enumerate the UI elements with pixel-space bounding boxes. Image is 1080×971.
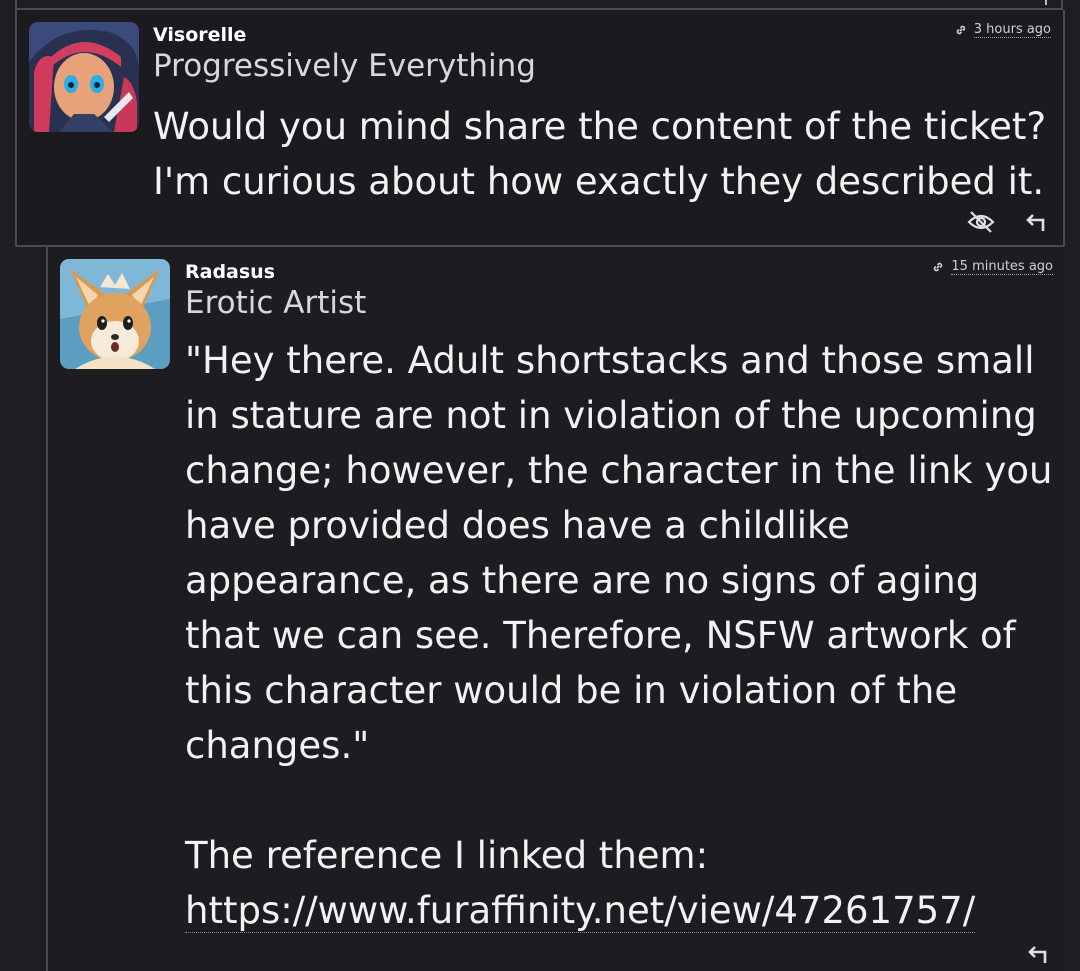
link-icon[interactable] — [954, 23, 968, 37]
user-title: Progressively Everything — [153, 48, 536, 84]
comment-actions — [1027, 944, 1049, 968]
reply-arrow-icon[interactable] — [1025, 212, 1047, 236]
comment-actions — [967, 210, 1047, 238]
username[interactable]: Visorelle — [153, 24, 246, 46]
avatar[interactable] — [60, 259, 170, 369]
user-title: Erotic Artist — [185, 285, 367, 321]
comment-body-text: "Hey there. Adult shortstacks and those … — [185, 339, 1053, 877]
comment-body: Would you mind share the content of the … — [153, 105, 1047, 203]
eye-off-icon[interactable] — [967, 210, 995, 238]
reply-arrow-icon[interactable] — [1027, 944, 1049, 968]
comment: Visorelle Progressively Everything 3 hou… — [15, 10, 1065, 247]
previous-comment-edge: ↰ — [15, 0, 1063, 10]
comment-reply: Radasus Erotic Artist 15 minutes ago "He… — [46, 247, 1065, 971]
link-icon[interactable] — [931, 260, 945, 274]
comment-meta: 3 hours ago — [954, 22, 1051, 38]
timestamp[interactable]: 15 minutes ago — [951, 259, 1053, 275]
avatar[interactable] — [29, 22, 139, 132]
username[interactable]: Radasus — [185, 261, 275, 283]
comment-body: "Hey there. Adult shortstacks and those … — [185, 333, 1055, 938]
timestamp[interactable]: 3 hours ago — [973, 22, 1051, 38]
reference-link[interactable]: https://www.furaffinity.net/view/4726175… — [185, 889, 976, 933]
reply-arrow-icon[interactable]: ↰ — [1034, 0, 1051, 10]
comment-thread: ↰ Visorelle Progressively Everything — [0, 0, 1080, 971]
comment-meta: 15 minutes ago — [931, 259, 1053, 275]
